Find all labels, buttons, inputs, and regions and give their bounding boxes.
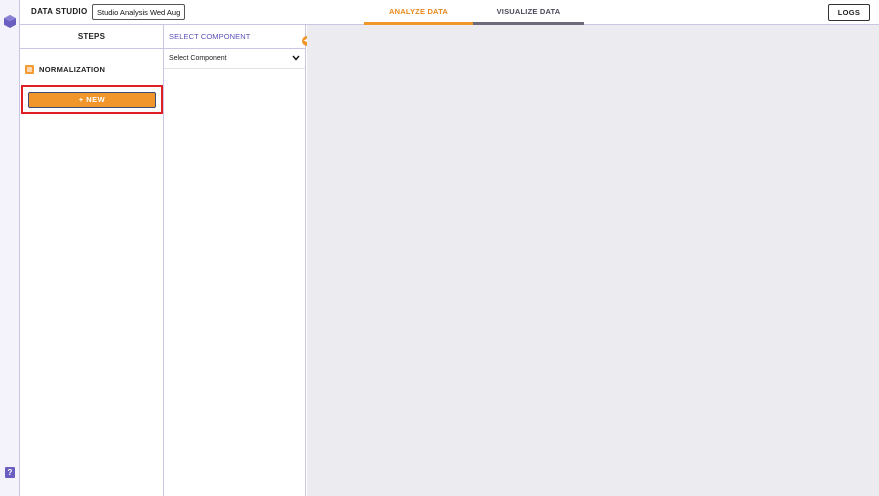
component-select[interactable]: Select Component (164, 49, 305, 69)
hexagon-logo-icon[interactable] (4, 15, 16, 28)
new-step-button[interactable]: + NEW (28, 92, 156, 108)
top-bar: DATA STUDIO ANALYZE DATA VISUALIZE DATA … (20, 0, 879, 25)
steps-panel: STEPS NORMALIZATION + NEW (20, 25, 164, 496)
component-panel: SELECT COMPONENT Select Component (164, 25, 306, 496)
step-icon (25, 65, 34, 74)
chevron-down-icon (292, 55, 300, 61)
component-select-value: Select Component (169, 55, 227, 62)
help-icon[interactable]: ? (5, 467, 15, 478)
step-item-normalization[interactable]: NORMALIZATION (25, 65, 105, 74)
tab-analyze-data[interactable]: ANALYZE DATA (364, 0, 473, 25)
tab-visualize-data[interactable]: VISUALIZE DATA (473, 0, 584, 25)
workspace-canvas (307, 25, 879, 496)
new-button-highlight: + NEW (21, 85, 163, 114)
steps-header: STEPS (20, 25, 163, 49)
app-title: DATA STUDIO (31, 7, 88, 16)
left-rail: ? (0, 0, 20, 496)
analysis-name-input[interactable] (92, 4, 185, 20)
component-header: SELECT COMPONENT (164, 25, 305, 49)
logs-button[interactable]: LOGS (828, 4, 870, 21)
step-label: NORMALIZATION (39, 65, 106, 74)
